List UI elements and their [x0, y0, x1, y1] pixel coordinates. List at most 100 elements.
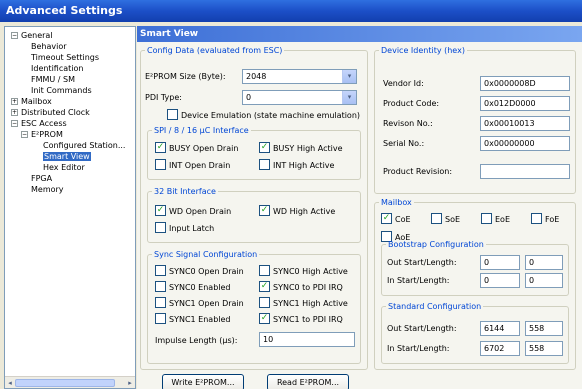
wd-high-active-checkbox[interactable]: ✓ WD High Active [259, 205, 335, 218]
collapse-icon[interactable]: − [11, 120, 18, 127]
vendor-id-input[interactable]: 0x0000008D [480, 76, 570, 91]
write-eeprom-button[interactable]: Write E²PROM... [162, 374, 244, 389]
tree-horizontal-scrollbar[interactable]: ◂ ▸ [5, 376, 135, 388]
checkbox-box[interactable] [155, 222, 166, 233]
checkbox-box[interactable] [155, 265, 166, 276]
standard-legend: Standard Configuration [388, 302, 482, 311]
busy-open-drain-label: BUSY Open Drain [169, 144, 239, 153]
busy-high-active-checkbox[interactable]: ✓ BUSY High Active [259, 142, 343, 155]
tree-item[interactable]: Init Commands [31, 86, 92, 96]
scroll-right-icon[interactable]: ▸ [125, 378, 135, 388]
standard-in-length-value: 558 [529, 344, 545, 353]
eoe-checkbox[interactable]: EoE [481, 213, 510, 226]
standard-out-start-input[interactable]: 6144 [480, 321, 520, 336]
check-icon[interactable]: ✓ [259, 142, 270, 153]
sync0-enabled-label: SYNC0 Enabled [169, 283, 231, 292]
standard-in-length-input[interactable]: 558 [525, 341, 563, 356]
checkbox-box[interactable] [481, 213, 492, 224]
device-emulation-checkbox[interactable]: Device Emulation (state machine emulatio… [167, 109, 360, 122]
tree-item[interactable]: − E²PROM [21, 130, 63, 140]
sync0-open-drain-checkbox[interactable]: SYNC0 Open Drain [155, 265, 244, 278]
bootstrap-out-start-input[interactable]: 0 [480, 255, 520, 270]
foe-checkbox[interactable]: FoE [531, 213, 559, 226]
standard-out-length-input[interactable]: 558 [525, 321, 563, 336]
tree-item[interactable]: Smart View [43, 152, 91, 162]
tree-item[interactable]: Configured Station... [43, 141, 125, 151]
scrollbar-thumb[interactable] [15, 379, 115, 387]
coe-checkbox[interactable]: ✓ CoE [381, 213, 411, 226]
sync1-to-pdi-irq-checkbox[interactable]: ✓ SYNC1 to PDI IRQ [259, 313, 343, 326]
bootstrap-out-length-input[interactable]: 0 [525, 255, 563, 270]
settings-tree[interactable]: − General Behavior Timeout Settings Identifi… [4, 26, 136, 389]
expand-icon[interactable]: + [11, 109, 18, 116]
busy-open-drain-checkbox[interactable]: ✓ BUSY Open Drain [155, 142, 239, 155]
product-code-input[interactable]: 0x012D0000 [480, 96, 570, 111]
tree-item[interactable]: + Distributed Clock [11, 108, 90, 118]
tree-item[interactable]: + Mailbox [11, 97, 52, 107]
tree-item[interactable]: Timeout Settings [31, 53, 99, 63]
int-open-drain-checkbox[interactable]: INT Open Drain [155, 159, 230, 172]
soe-checkbox[interactable]: SoE [431, 213, 460, 226]
standard-out-start-value: 6144 [484, 324, 505, 333]
tree-item[interactable]: FPGA [31, 174, 52, 184]
tree-item[interactable]: Behavior [31, 42, 67, 52]
check-icon[interactable]: ✓ [381, 213, 392, 224]
standard-out-label: Out Start/Length: [387, 324, 457, 333]
tree-item[interactable]: FMMU / SM [31, 75, 75, 85]
sync0-high-active-checkbox[interactable]: SYNC0 High Active [259, 265, 348, 278]
bootstrap-in-length-input[interactable]: 0 [525, 273, 563, 288]
window-title: Advanced Settings [0, 0, 582, 22]
tree-item[interactable]: − ESC Access [11, 119, 67, 129]
expand-icon[interactable]: + [11, 98, 18, 105]
standard-in-label: In Start/Length: [387, 344, 450, 353]
tree-item[interactable]: − General [11, 31, 53, 41]
checkbox-box[interactable] [431, 213, 442, 224]
sync0-enabled-checkbox[interactable]: SYNC0 Enabled [155, 281, 231, 294]
checkbox-box[interactable] [531, 213, 542, 224]
eeprom-size-label: E²PROM Size (Byte): [145, 72, 226, 81]
revision-no-value: 0x00010013 [484, 119, 535, 128]
sync0-to-pdi-irq-checkbox[interactable]: ✓ SYNC0 to PDI IRQ [259, 281, 343, 294]
read-eeprom-button[interactable]: Read E²PROM... [267, 374, 349, 389]
tree-item[interactable]: Identification [31, 64, 83, 74]
revision-no-input[interactable]: 0x00010013 [480, 116, 570, 131]
chevron-down-icon[interactable]: ▾ [342, 70, 356, 83]
checkbox-box[interactable] [259, 297, 270, 308]
wd-open-drain-checkbox[interactable]: ✓ WD Open Drain [155, 205, 231, 218]
coe-label: CoE [395, 215, 411, 224]
check-icon[interactable]: ✓ [155, 205, 166, 216]
sync1-enabled-checkbox[interactable]: SYNC1 Enabled [155, 313, 231, 326]
mailbox-legend: Mailbox [381, 198, 412, 207]
checkbox-box[interactable] [155, 297, 166, 308]
pdi-type-combo[interactable]: 0 ▾ [242, 90, 357, 105]
chevron-down-icon[interactable]: ▾ [342, 91, 356, 104]
int-high-active-checkbox[interactable]: INT High Active [259, 159, 334, 172]
eeprom-size-combo[interactable]: 2048 ▾ [242, 69, 357, 84]
pdi-type-value: 0 [246, 93, 252, 102]
impulse-length-input[interactable]: 10 [259, 332, 355, 347]
check-icon[interactable]: ✓ [155, 142, 166, 153]
check-icon[interactable]: ✓ [259, 313, 270, 324]
tree-item-label: Mailbox [21, 97, 52, 106]
sync1-open-drain-checkbox[interactable]: SYNC1 Open Drain [155, 297, 244, 310]
checkbox-box[interactable] [167, 109, 178, 120]
scroll-left-icon[interactable]: ◂ [5, 378, 15, 388]
sync1-high-active-checkbox[interactable]: SYNC1 High Active [259, 297, 348, 310]
checkbox-box[interactable] [259, 265, 270, 276]
collapse-icon[interactable]: − [21, 131, 28, 138]
checkbox-box[interactable] [155, 159, 166, 170]
checkbox-box[interactable] [259, 159, 270, 170]
product-revision-input[interactable] [480, 164, 570, 179]
serial-no-input[interactable]: 0x00000000 [480, 136, 570, 151]
standard-in-start-input[interactable]: 6702 [480, 341, 520, 356]
bootstrap-in-start-input[interactable]: 0 [480, 273, 520, 288]
checkbox-box[interactable] [155, 281, 166, 292]
config-data-legend: Config Data (evaluated from ESC) [147, 46, 283, 55]
tree-item[interactable]: Memory [31, 185, 64, 195]
collapse-icon[interactable]: − [11, 32, 18, 39]
tree-item[interactable]: Hex Editor [43, 163, 85, 173]
checkbox-box[interactable] [155, 313, 166, 324]
input-latch-checkbox[interactable]: Input Latch [155, 222, 214, 235]
check-icon[interactable]: ✓ [259, 205, 270, 216]
check-icon[interactable]: ✓ [259, 281, 270, 292]
